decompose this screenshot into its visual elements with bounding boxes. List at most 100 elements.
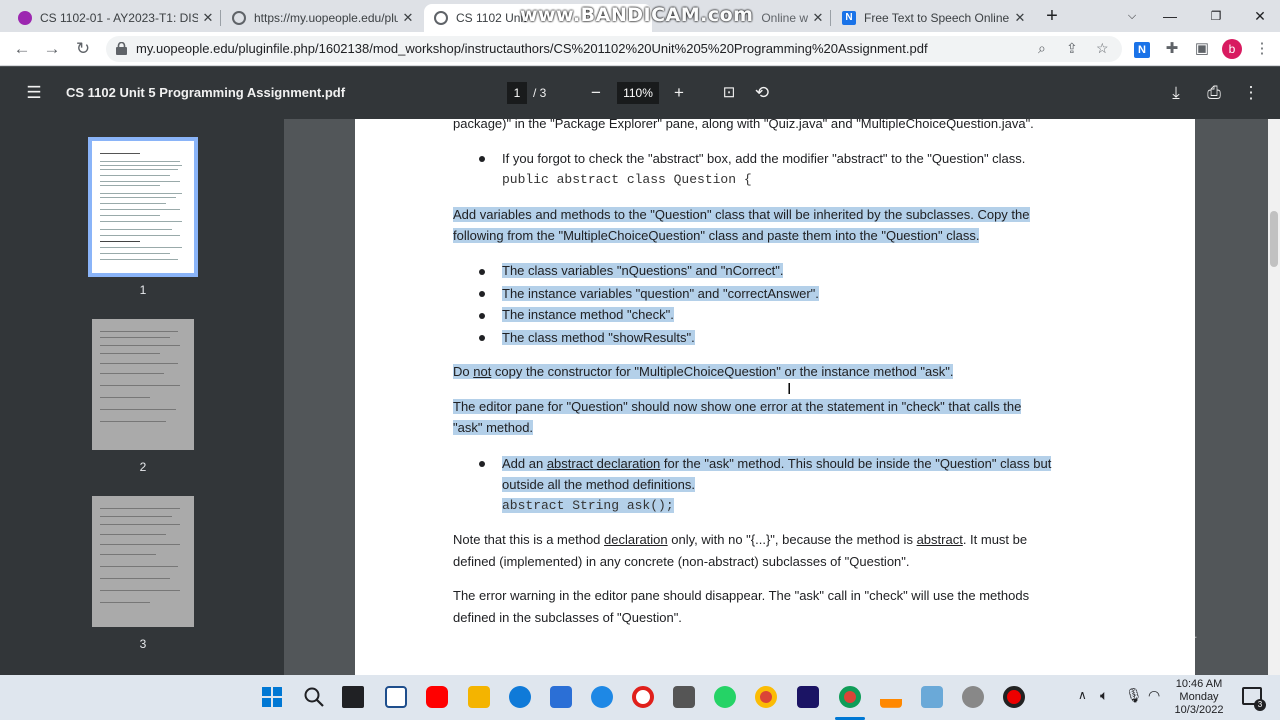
highlighted-bullet-text: The instance variables "question" and "c…	[502, 286, 819, 301]
highlighted-text: following from the "MultipleChoiceQuesti…	[453, 228, 980, 243]
weather-bird-icon[interactable]	[591, 686, 613, 708]
app-window-icon[interactable]	[385, 686, 407, 708]
fit-to-page-icon[interactable]: ⊡	[717, 81, 741, 105]
tab-free-text-to-speech[interactable]: N Free Text to Speech Online w ✕	[832, 4, 1030, 32]
doc-text: The error warning in the editor pane sho…	[453, 588, 1030, 603]
zoom-in-plus-icon[interactable]: +	[667, 81, 691, 105]
share-icon[interactable]: ⇪	[1066, 40, 1078, 57]
highlighted-bullet-text: The instance method "check".	[502, 307, 674, 322]
globe-icon	[232, 11, 246, 25]
intellij-icon[interactable]	[797, 686, 819, 708]
highlighted-bullet-text: Add an abstract declaration for the "ask…	[502, 456, 1052, 471]
thumbnail-label: 3	[139, 637, 147, 651]
thumbnail-page-1[interactable]	[88, 137, 198, 277]
store-icon[interactable]	[550, 686, 572, 708]
zoom-magnifier-icon[interactable]: ⌕	[1038, 40, 1046, 57]
close-icon[interactable]: ✕	[398, 10, 418, 26]
bullet	[479, 335, 485, 341]
highlighted-text: "ask" method.	[453, 420, 534, 435]
pdf-toolbar: ☰ CS 1102 Unit 5 Programming Assignment.…	[0, 67, 1280, 119]
system-clock[interactable]: 10:46 AM Monday 10/3/2022	[1170, 678, 1228, 717]
task-view-icon[interactable]	[342, 686, 364, 708]
pdf-viewer[interactable]: package)" in the "Package Explorer" pane…	[284, 119, 1268, 675]
vlc-icon[interactable]	[880, 686, 902, 708]
youtube-icon[interactable]	[426, 686, 448, 708]
highlighted-text: Do not copy the constructor for "Multipl…	[453, 364, 954, 379]
highlighted-bullet-text: The class method "showResults".	[502, 330, 695, 345]
chevron-up-icon[interactable]: ∧	[1078, 688, 1087, 702]
search-icon[interactable]	[303, 686, 325, 708]
doc-bullet-text: If you forgot to check the "abstract" bo…	[502, 151, 1026, 166]
microphone-icon[interactable]: 🎙︎	[1125, 687, 1143, 704]
tab-uopeople-url[interactable]: https://my.uopeople.edu/plu ✕	[222, 4, 418, 32]
highlighted-bullet-text: outside all the method definitions.	[502, 477, 695, 492]
site-favicon-icon	[18, 11, 32, 25]
notification-count-badge: 3	[1254, 699, 1266, 711]
control-panel-icon[interactable]	[921, 686, 943, 708]
restore-button[interactable]: ❐	[1196, 4, 1236, 28]
zoom-level-input[interactable]: 110%	[617, 82, 659, 104]
more-vertical-icon[interactable]: ⋮	[1251, 38, 1273, 60]
reload-icon[interactable]: ↻	[71, 38, 95, 60]
file-explorer-icon[interactable]	[468, 686, 490, 708]
tab-search-chevron-down-icon[interactable]: ⌵	[1112, 4, 1152, 28]
opera-icon[interactable]	[632, 686, 654, 708]
n-logo-icon: N	[842, 11, 856, 25]
minimize-button[interactable]: —	[1150, 4, 1190, 28]
app-f-icon[interactable]	[673, 686, 695, 708]
side-panel-icon[interactable]: ▣	[1191, 38, 1213, 60]
page-total: / 3	[533, 86, 547, 100]
close-icon[interactable]: ✕	[198, 10, 218, 26]
highlighted-bullet-text: The class variables "nQuestions" and "nC…	[502, 263, 784, 278]
windows-start-icon[interactable]	[261, 686, 283, 708]
back-arrow-icon[interactable]: ←	[10, 38, 34, 60]
print-icon[interactable]: ⎙	[1202, 81, 1226, 105]
chrome-active-icon[interactable]	[839, 686, 861, 708]
bullet	[479, 269, 485, 275]
url-omnibox[interactable]: my.uopeople.edu/pluginfile.php/1602138/m…	[106, 36, 1122, 62]
windows-taskbar: ∧ 🔈︎ 🎙︎ ◠ 3	[0, 675, 1280, 720]
bandicam-record-icon[interactable]	[1003, 686, 1025, 708]
forward-arrow-icon[interactable]: →	[40, 38, 64, 60]
close-icon[interactable]: ✕	[1010, 10, 1030, 26]
pdf-page: package)" in the "Package Explorer" pane…	[355, 119, 1195, 675]
activate-windows-title: Activate Windows	[1008, 604, 1143, 623]
thumbnail-sidebar: 1 2 3	[0, 119, 284, 675]
pdf-title: CS 1102 Unit 5 Programming Assignment.pd…	[66, 85, 346, 100]
extensions-puzzle-icon[interactable]: ✚	[1161, 38, 1183, 60]
page-number-input[interactable]: 1	[507, 82, 527, 104]
n-extension-icon[interactable]: N	[1131, 38, 1153, 60]
rotate-icon[interactable]: ⟲	[750, 81, 774, 105]
settings-gear-icon[interactable]	[962, 686, 984, 708]
globe-icon	[434, 11, 448, 25]
bookmark-star-icon[interactable]: ☆	[1096, 40, 1109, 57]
zoom-out-minus-icon[interactable]: −	[584, 81, 608, 105]
scrollbar-thumb[interactable]	[1270, 211, 1278, 267]
whatsapp-icon[interactable]	[714, 686, 736, 708]
doc-text: defined (implemented) in any concrete (n…	[453, 554, 910, 569]
chrome-icon[interactable]	[755, 686, 777, 708]
thumbnail-label: 2	[139, 460, 147, 474]
bullet	[479, 461, 485, 467]
code-line: public abstract class Question {	[502, 172, 752, 187]
thumbnail-page-2[interactable]	[92, 319, 194, 450]
close-icon[interactable]: ✕	[808, 10, 828, 26]
new-tab-button[interactable]: +	[1032, 4, 1072, 28]
url-text[interactable]: my.uopeople.edu/pluginfile.php/1602138/m…	[136, 36, 1016, 62]
close-window-button[interactable]: ✕	[1240, 4, 1280, 28]
tab-cs1102-discussion[interactable]: CS 1102-01 - AY2023-T1: DIS ✕	[8, 4, 218, 32]
vertical-scrollbar[interactable]	[1268, 119, 1280, 675]
menu-hamburger-icon[interactable]: ☰	[22, 81, 46, 105]
highlighted-text: The editor pane for "Question" should no…	[453, 399, 1022, 414]
doc-text: Note that this is a method declaration o…	[453, 532, 1028, 547]
wifi-icon[interactable]: ◠	[1148, 687, 1160, 704]
bullet	[479, 313, 485, 319]
thumbnail-page-3[interactable]	[92, 496, 194, 627]
edge-icon[interactable]	[509, 686, 531, 708]
doc-text: package)" in the "Package Explorer" pane…	[453, 119, 1034, 131]
profile-avatar[interactable]: b	[1221, 38, 1243, 60]
recorder-watermark: www.BANDICAM.com	[520, 4, 754, 26]
more-vertical-icon[interactable]: ⋮	[1239, 81, 1263, 105]
speaker-icon[interactable]: 🔈︎	[1100, 687, 1108, 704]
download-icon[interactable]: ⤓	[1164, 81, 1188, 105]
